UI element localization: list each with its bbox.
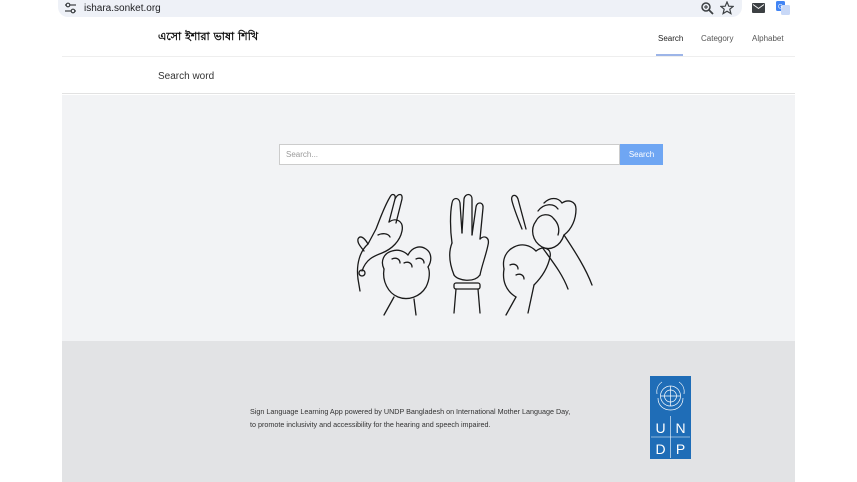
svg-text:G: G	[778, 5, 783, 11]
hand-fist	[381, 246, 432, 316]
sign-language-hands-illustration	[356, 193, 593, 316]
nav-link-search[interactable]: Search	[658, 34, 683, 44]
site-settings-icon[interactable]	[64, 2, 77, 14]
website: এসো ইশারা ভাষা শিখি Search Category Alph…	[62, 17, 795, 482]
search-hero: Search	[62, 95, 795, 341]
undp-letter-n: N	[675, 420, 685, 436]
bookmark-star-icon[interactable]	[720, 1, 734, 15]
zoom-icon[interactable]	[700, 1, 714, 15]
screenshot-root: ishara.sonket.org G এসো ইশারা ভাষা শিখি …	[0, 0, 857, 482]
hand-l-sign	[502, 194, 551, 316]
site-brand-logo[interactable]: এসো ইশারা ভাষা শিখি	[158, 30, 258, 44]
undp-letter-p: P	[676, 441, 685, 457]
footer-text-line-1: Sign Language Learning App powered by UN…	[250, 407, 571, 416]
search-input[interactable]	[279, 144, 620, 165]
url-text[interactable]: ishara.sonket.org	[84, 2, 161, 15]
undp-letter-d: D	[655, 441, 665, 457]
search-button[interactable]: Search	[620, 144, 663, 165]
footer-text-line-2: to promote inclusivity and accessibility…	[250, 420, 491, 429]
extension-mail-icon[interactable]	[752, 3, 765, 13]
translate-icon[interactable]: G	[776, 1, 790, 15]
undp-logo[interactable]: U N D P	[650, 376, 691, 459]
hand-flat-upright	[449, 193, 490, 314]
page-title: Search word	[158, 71, 215, 82]
nav-link-alphabet[interactable]: Alphabet	[752, 34, 784, 44]
top-navbar: এসো ইশারা ভাষা শিখি Search Category Alph…	[62, 17, 795, 57]
subheader: Search word	[62, 57, 795, 94]
footer-description: Sign Language Learning App powered by UN…	[250, 405, 640, 431]
browser-address-bar: ishara.sonket.org G	[0, 0, 857, 17]
site-footer: Sign Language Learning App powered by UN…	[62, 341, 795, 482]
nav-link-category[interactable]: Category	[701, 34, 733, 44]
undp-letter-u: U	[655, 420, 665, 436]
hand-v-sign	[356, 193, 403, 292]
nav-active-indicator	[656, 54, 683, 56]
